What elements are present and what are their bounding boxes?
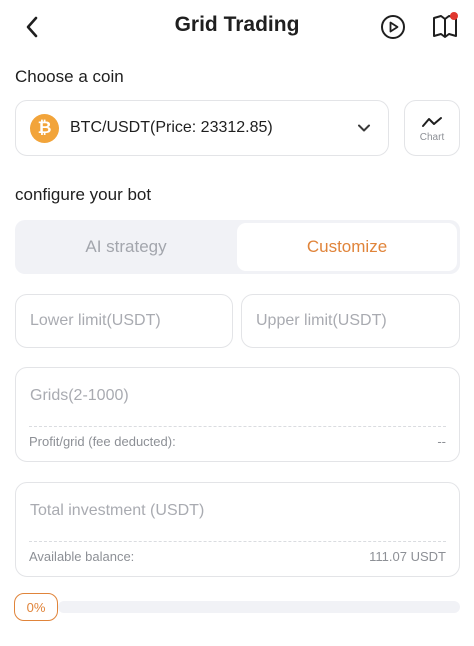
profit-per-grid-value: -- [437, 434, 446, 449]
coin-selector[interactable]: ₿ BTC/USDT(Price: 23312.85) [15, 100, 389, 156]
grids-input[interactable] [30, 382, 430, 410]
upper-limit-field [241, 294, 460, 348]
available-balance-label: Available balance: [29, 549, 135, 564]
guide-button[interactable] [431, 12, 459, 40]
grids-field: Profit/grid (fee deducted): -- [15, 367, 460, 462]
chart-button[interactable]: Chart [404, 100, 460, 156]
header: Grid Trading [0, 0, 474, 54]
total-investment-input[interactable] [30, 497, 430, 525]
available-balance-value: 111.07 USDT [369, 549, 446, 564]
tutorial-video-button[interactable] [380, 14, 406, 40]
tab-customize[interactable]: Customize [237, 223, 457, 271]
play-circle-icon [381, 15, 405, 39]
notification-dot [450, 12, 458, 20]
choose-coin-label: Choose a coin [15, 67, 124, 86]
upper-limit-input[interactable] [242, 295, 459, 347]
investment-slider-handle[interactable]: 0% [14, 593, 58, 621]
tab-ai-strategy[interactable]: AI strategy [15, 220, 237, 274]
lower-limit-input[interactable] [16, 295, 232, 347]
selected-coin-text: BTC/USDT(Price: 23312.85) [70, 119, 273, 136]
divider [29, 426, 446, 427]
strategy-segmented-control: AI strategy Customize [15, 220, 460, 274]
chevron-down-icon [358, 124, 370, 132]
bitcoin-icon: ₿ [30, 113, 59, 143]
configure-bot-label: configure your bot [15, 185, 152, 204]
grid-trading-screen: Grid Trading Choose a coin ₿ BTC/USDT(Pr… [0, 0, 474, 646]
profit-per-grid-label: Profit/grid (fee deducted): [29, 434, 176, 449]
investment-slider-track[interactable] [58, 601, 460, 613]
divider [29, 541, 446, 542]
investment-field: Available balance: 111.07 USDT [15, 482, 460, 577]
line-chart-icon [422, 117, 442, 127]
chart-button-label: Chart [419, 132, 445, 143]
lower-limit-field [15, 294, 233, 348]
